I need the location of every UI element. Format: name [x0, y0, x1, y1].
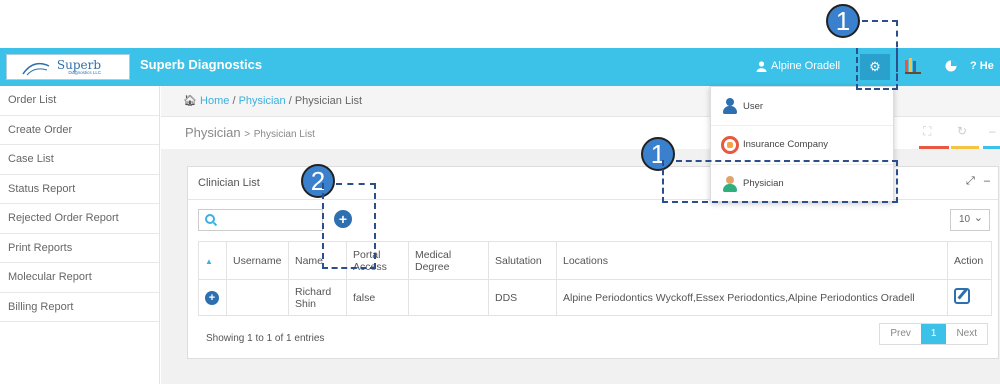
search-input[interactable] — [198, 209, 323, 231]
fullscreen-icon[interactable]: ⛶ — [923, 124, 931, 139]
page-number-button[interactable]: 1 — [920, 324, 947, 344]
page-length-select[interactable]: 10 — [950, 208, 990, 231]
breadcrumb-physician[interactable]: Physician — [239, 95, 286, 107]
expand-row-icon[interactable]: + — [205, 290, 219, 305]
page-subtitle: Physician List — [253, 129, 315, 140]
logo-swoosh-icon — [22, 62, 50, 76]
title-arrow: > — [244, 129, 251, 140]
sidebar-item-order-list[interactable]: Order List — [0, 86, 159, 116]
user-menu[interactable]: Alpine Oradell — [756, 60, 840, 72]
top-header: Superb Diagnostics LLC Superb Diagnostic… — [0, 48, 1000, 86]
breadcrumb-current: Physician List — [294, 95, 363, 107]
annotation-box — [662, 160, 898, 203]
sidebar-item-billing-report[interactable]: Billing Report — [0, 293, 159, 322]
menu-item-insurance-company[interactable]: Insurance Company — [711, 125, 893, 163]
search-icon — [205, 214, 215, 224]
sidebar-item-rejected-order-report[interactable]: Rejected Order Report — [0, 204, 159, 234]
row-expand-cell: + — [198, 279, 227, 316]
help-link[interactable]: ? He — [970, 60, 994, 72]
refresh-icon[interactable]: ↻ — [957, 124, 967, 138]
panel-tools: ⤢ – — [966, 175, 990, 188]
logo-text: Superb — [56, 57, 102, 72]
breadcrumb-home[interactable]: Home — [200, 95, 229, 107]
prev-page-button[interactable]: Prev — [880, 324, 921, 344]
pagination: Prev 1 Next — [879, 323, 988, 345]
user-icon — [756, 60, 767, 72]
breadcrumb-separator: / — [288, 95, 292, 107]
cell-name: Richard Shin — [288, 279, 347, 316]
table-row: + Richard Shin false DDS Alpine Periodon… — [198, 279, 992, 316]
logo-subtext: Diagnostics LLC — [68, 69, 102, 75]
annotation-box — [322, 183, 376, 269]
panel-title: Clinician List — [198, 177, 260, 189]
breadcrumb-separator: / — [232, 95, 236, 107]
cell-medical-degree — [408, 279, 489, 316]
column-header-medical-degree[interactable]: Medical Degree — [408, 241, 489, 280]
table-info: Showing 1 to 1 of 1 entries — [206, 333, 325, 344]
clock-icon[interactable] — [945, 60, 957, 72]
sidebar-item-status-report[interactable]: Status Report — [0, 175, 159, 204]
insurance-icon — [721, 135, 739, 154]
brand-title: Superb Diagnostics — [140, 57, 263, 72]
cell-username — [226, 279, 289, 316]
sidebar-item-case-list[interactable]: Case List — [0, 145, 159, 175]
books-icon[interactable] — [905, 58, 921, 74]
cell-locations: Alpine Periodontics Wyckoff,Essex Period… — [556, 279, 948, 316]
next-page-button[interactable]: Next — [946, 324, 987, 344]
user-icon — [721, 97, 739, 115]
annotation-box — [856, 48, 898, 90]
menu-item-user[interactable]: User — [711, 87, 893, 125]
sidebar-item-create-order[interactable]: Create Order — [0, 116, 159, 145]
sidebar-item-molecular-report[interactable]: Molecular Report — [0, 263, 159, 293]
column-header-action: Action — [947, 241, 992, 280]
user-name: Alpine Oradell — [771, 60, 841, 72]
expand-icon[interactable]: ⤢ — [966, 175, 975, 187]
column-header-username[interactable]: Username — [226, 241, 289, 280]
home-icon: 🏠︎ — [183, 95, 197, 107]
collapse-icon[interactable]: – — [984, 175, 990, 187]
sort-up-icon: ▲ — [205, 256, 213, 266]
clinician-table: ▲ Username Name Portal Access Medical De… — [198, 241, 992, 316]
column-header-locations[interactable]: Locations — [556, 241, 948, 280]
sidebar: Order List Create Order Case List Status… — [0, 86, 160, 384]
cell-portal-access: false — [346, 279, 409, 316]
cell-salutation: DDS — [488, 279, 557, 316]
company-logo[interactable]: Superb Diagnostics LLC — [6, 54, 130, 80]
edit-icon[interactable] — [954, 288, 970, 304]
sort-indicator[interactable]: ▲ — [198, 241, 227, 280]
annotation-line — [862, 20, 898, 22]
column-header-salutation[interactable]: Salutation — [488, 241, 557, 280]
annotation-callout: 1 — [826, 4, 860, 38]
cell-action — [947, 279, 992, 316]
minimize-icon[interactable]: – — [989, 124, 996, 138]
sidebar-item-print-reports[interactable]: Print Reports — [0, 234, 159, 263]
